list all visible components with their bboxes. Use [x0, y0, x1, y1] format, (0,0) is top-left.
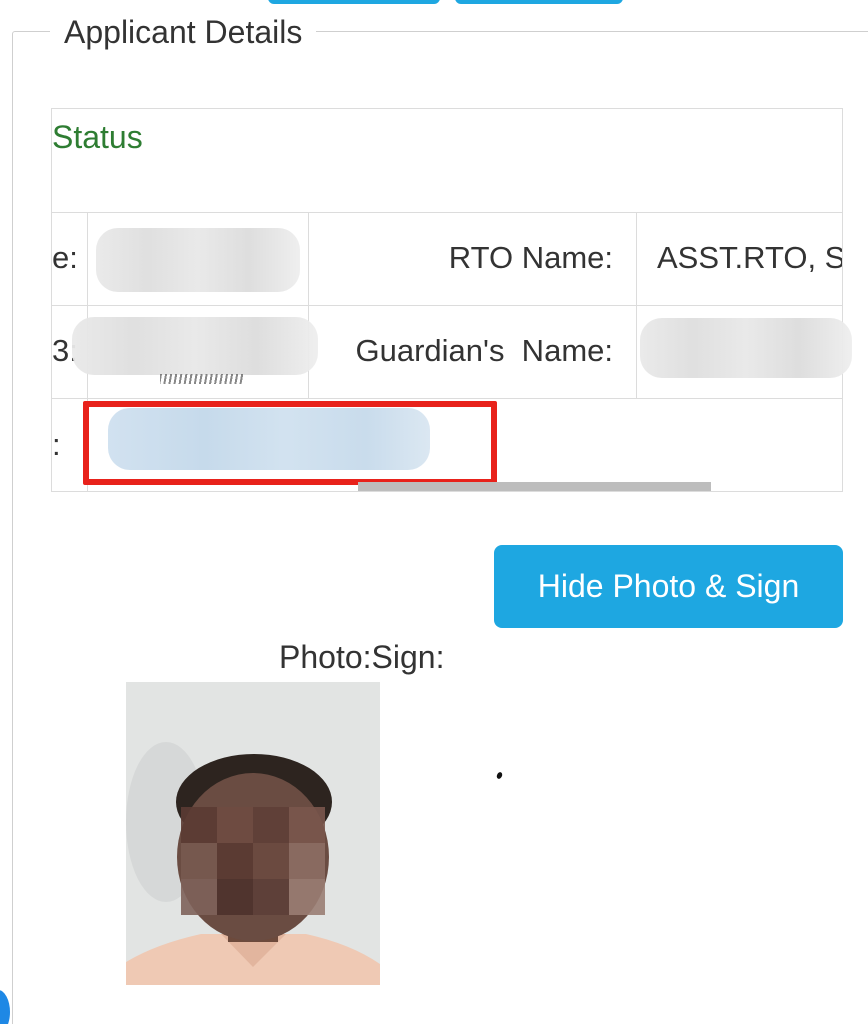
top-action-button-2[interactable] [455, 0, 623, 4]
guardian-name-label: Guardian's Name: [355, 333, 613, 368]
redacted-value [640, 318, 852, 378]
status-title: Status [52, 119, 143, 155]
truncated-label: e: [52, 240, 78, 275]
floating-action-edge[interactable] [0, 990, 10, 1024]
photo-sign-label: Photo:Sign: [279, 639, 445, 675]
applicant-details-page: Applicant Details Status e: RTO Name: AS… [0, 0, 868, 1024]
horizontal-scrollbar[interactable] [358, 482, 711, 491]
truncated-label: : [52, 427, 61, 462]
top-action-button-1[interactable] [268, 0, 440, 4]
rto-name-value: ASST.RTO, S [657, 240, 843, 275]
highlight-box [83, 401, 497, 485]
column-divider [636, 213, 637, 399]
applicant-details-legend: Applicant Details [50, 12, 317, 52]
redacted-value [96, 228, 300, 292]
hide-photo-sign-button[interactable]: Hide Photo & Sign [494, 545, 843, 628]
rto-name-label: RTO Name: [448, 240, 613, 275]
applicant-photo [126, 682, 380, 985]
redacted-scribble [160, 374, 244, 384]
applicant-photo-image [126, 682, 380, 985]
status-row: Status [52, 109, 842, 213]
redacted-value [72, 317, 318, 375]
